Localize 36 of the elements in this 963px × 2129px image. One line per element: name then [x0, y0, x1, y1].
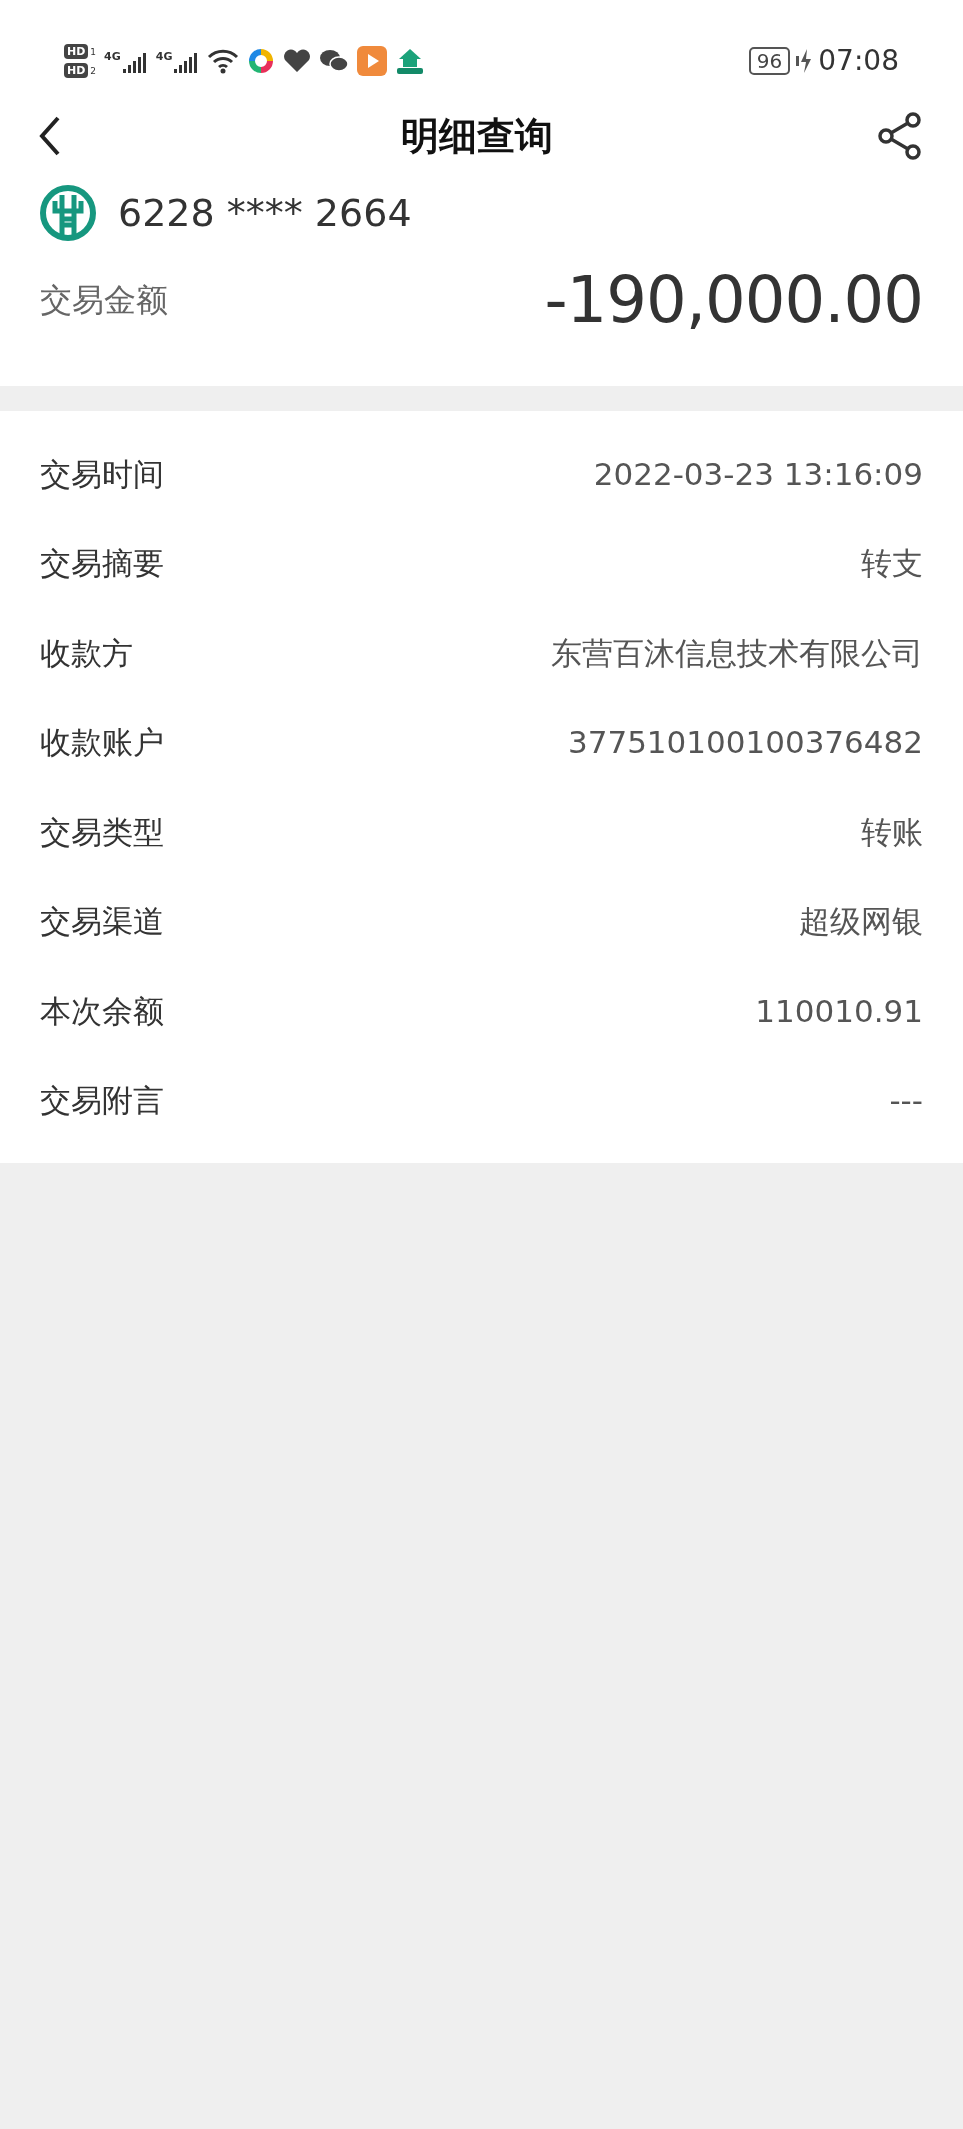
- detail-value: 超级网银: [799, 902, 923, 941]
- network-label: 4G: [155, 49, 173, 65]
- detail-value: 377510100100376482: [567, 723, 923, 762]
- card-number: 6228 **** 2664: [118, 189, 412, 237]
- charging-icon: [796, 47, 813, 75]
- clock-time: 07:08: [818, 43, 899, 79]
- battery-level: 96: [748, 47, 791, 75]
- detail-label: 交易时间: [40, 454, 164, 494]
- sim-slot-label: 2: [90, 65, 97, 76]
- detail-value: 转支: [861, 544, 923, 583]
- house-icon: [395, 46, 426, 76]
- detail-value: 东营百沐信息技术有限公司: [551, 633, 923, 673]
- chat-icon: [319, 48, 350, 74]
- network-label: 4G: [104, 49, 121, 65]
- hd-badge: HD: [64, 63, 89, 78]
- detail-value: 110010.91: [755, 991, 923, 1031]
- page-title: 明细查询: [400, 112, 553, 160]
- detail-label: 收款方: [40, 633, 133, 673]
- hd-badge: HD: [64, 44, 89, 59]
- detail-label: 交易渠道: [40, 902, 164, 941]
- heart-icon: [283, 49, 312, 73]
- detail-value: ---: [889, 1081, 923, 1120]
- play-icon: [357, 46, 388, 76]
- transaction-amount: -190,000.00: [544, 262, 923, 339]
- detail-label: 本次余额: [40, 991, 164, 1031]
- detail-label: 交易附言: [40, 1081, 164, 1120]
- detail-label: 交易类型: [40, 812, 164, 852]
- detail-value: 2022-03-23 13:16:09: [593, 454, 923, 494]
- detail-label: 收款账户: [40, 723, 164, 762]
- detail-label: 交易摘要: [40, 544, 164, 583]
- wifi-icon: [207, 48, 240, 74]
- sim-slot-label: 1: [90, 46, 97, 57]
- app-icon: [247, 47, 276, 75]
- amount-label: 交易金额: [40, 280, 168, 321]
- bank-logo-icon: [40, 185, 96, 241]
- detail-value: 转账: [861, 812, 923, 852]
